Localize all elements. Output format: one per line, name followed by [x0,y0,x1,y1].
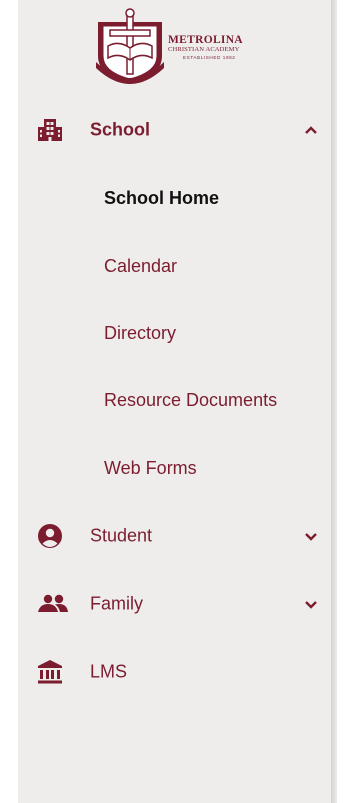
chevron-down-icon[interactable] [304,600,318,610]
logo-established: ESTABLISHED 1982 [183,55,236,60]
sub-item-resource-documents[interactable]: Resource Documents [104,385,277,415]
logo-text: METROLINA CHRISTIAN ACADEMY ESTABLISHED … [168,34,260,61]
nav-item-student[interactable]: Student [18,511,331,561]
users-icon [38,594,68,612]
institution-icon [38,660,62,684]
school-crest-icon [96,8,164,84]
user-circle-icon [38,524,62,548]
nav-item-lms[interactable]: LMS [18,647,331,697]
logo-name: METROLINA [168,34,243,46]
nav-item-family[interactable]: Family [18,579,331,629]
chevron-down-icon[interactable] [304,532,318,542]
nav-label-lms: LMS [90,661,128,682]
nav-label-school: School [90,119,151,140]
building-icon [38,119,62,141]
nav-label-family: Family [90,593,143,614]
sub-item-web-forms[interactable]: Web Forms [104,453,197,483]
nav-item-school[interactable]: School [18,105,331,155]
sub-item-directory[interactable]: Directory [104,318,176,348]
nav-label-student: Student [90,525,153,546]
sub-item-calendar[interactable]: Calendar [104,251,177,281]
school-logo[interactable]: METROLINA CHRISTIAN ACADEMY ESTABLISHED … [92,6,262,86]
logo-subtitle: CHRISTIAN ACADEMY [168,46,240,53]
sidebar-edge-shadow [331,0,337,803]
chevron-up-icon[interactable] [304,125,318,135]
sub-item-school-home[interactable]: School Home [104,183,219,213]
